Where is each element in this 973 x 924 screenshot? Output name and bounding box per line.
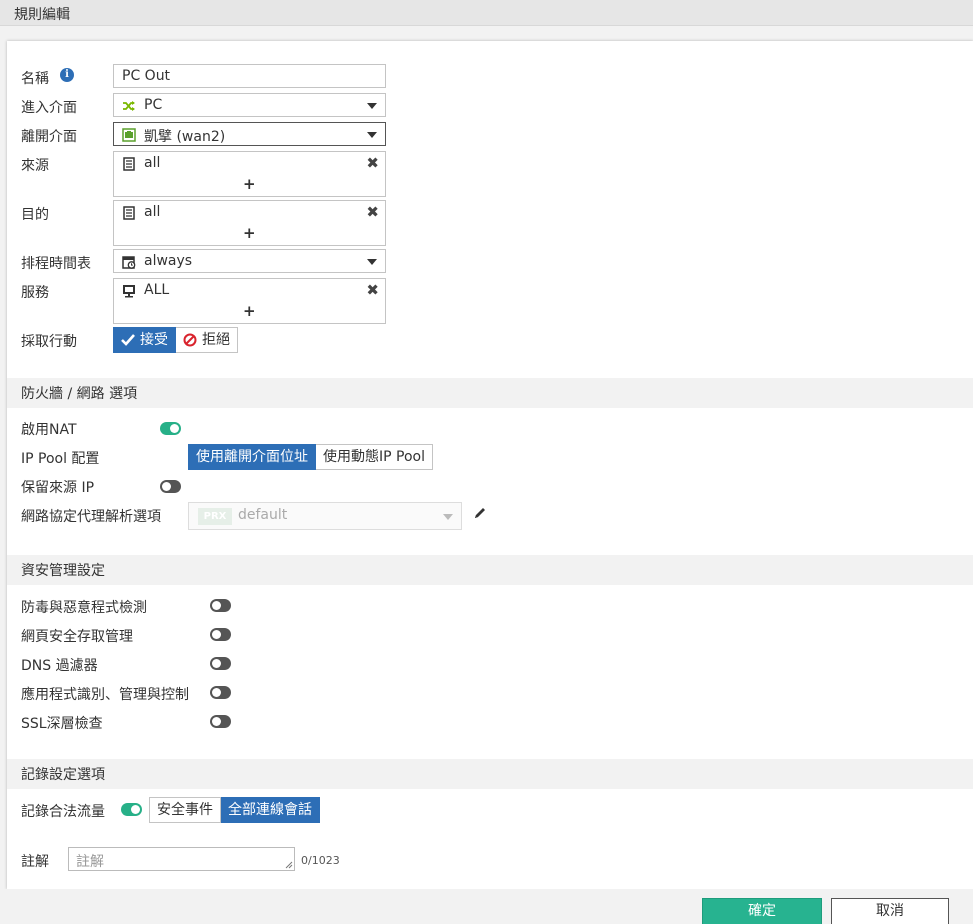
name-label: 名稱	[21, 71, 49, 87]
cancel-button[interactable]: 取消	[831, 898, 949, 924]
destination-value: all	[144, 204, 161, 220]
comment-label: 註解	[21, 854, 49, 870]
ippool-outgoing-address-label: 使用離開介面位址	[196, 449, 308, 465]
logging-section-title: 記錄設定選項	[21, 767, 105, 783]
nat-toggle[interactable]	[160, 422, 181, 435]
service-label: 服務	[21, 285, 49, 301]
ippool-segmented-control: 使用離開介面位址 使用動態IP Pool	[188, 444, 433, 470]
incoming-interface-label: 進入介面	[21, 100, 77, 116]
log-all-sessions-button[interactable]: 全部連線會話	[221, 797, 320, 823]
edit-pencil-icon[interactable]	[473, 506, 487, 520]
nat-label: 啟用NAT	[21, 422, 77, 438]
address-list-icon	[123, 157, 135, 171]
source-label: 來源	[21, 158, 49, 174]
service-field[interactable]: ALL ✖ +	[113, 278, 386, 324]
proxy-options-value: default	[238, 507, 288, 523]
proxy-badge: PRX	[198, 508, 232, 525]
web-filter-toggle[interactable]	[210, 628, 231, 641]
add-icon[interactable]: +	[243, 224, 256, 242]
action-accept-button[interactable]: 接受	[113, 327, 176, 353]
dialog-footer: 確定 取消	[0, 889, 973, 924]
schedule-value: always	[144, 253, 193, 269]
action-deny-label: 拒絕	[202, 332, 230, 348]
destination-label: 目的	[21, 207, 49, 223]
chevron-down-icon	[367, 132, 377, 138]
schedule-clock-icon	[122, 256, 136, 269]
service-monitor-icon	[123, 285, 135, 298]
shuffle-icon	[123, 101, 135, 111]
outgoing-interface-value: 凱擘 (wan2)	[144, 129, 226, 145]
ippool-dynamic-label: 使用動態IP Pool	[323, 449, 425, 465]
destination-field[interactable]: all ✖ +	[113, 200, 386, 246]
firewall-section-header: 防火牆 / 網路 選項	[7, 378, 973, 408]
schedule-select[interactable]: always	[113, 249, 386, 273]
rule-edit-panel: 名稱 i PC Out 進入介面 PC 離開介面 凱擘 (wan2) 來源 al…	[7, 41, 973, 889]
action-segmented-control: 接受 拒絕	[113, 327, 238, 353]
incoming-interface-value: PC	[144, 97, 163, 113]
source-value: all	[144, 155, 161, 171]
antivirus-label: 防毒與惡意程式檢測	[21, 600, 147, 616]
log-security-events-button[interactable]: 安全事件	[149, 797, 221, 823]
proxy-options-select[interactable]: PRX default	[188, 502, 462, 530]
security-section-title: 資安管理設定	[21, 563, 105, 579]
log-traffic-label: 記錄合法流量	[21, 804, 105, 820]
add-icon[interactable]: +	[243, 302, 256, 320]
add-icon[interactable]: +	[243, 175, 256, 193]
ssl-inspection-toggle[interactable]	[210, 715, 231, 728]
ok-button[interactable]: 確定	[702, 898, 822, 924]
resize-grip-icon[interactable]	[285, 861, 293, 869]
comment-placeholder: 註解	[76, 854, 104, 870]
address-list-icon	[123, 206, 135, 220]
action-accept-label: 接受	[140, 332, 168, 348]
chevron-down-icon	[367, 103, 377, 109]
app-control-label: 應用程式識別、管理與控制	[21, 687, 189, 703]
action-deny-button[interactable]: 拒絕	[176, 327, 238, 353]
remove-icon[interactable]: ✖	[366, 203, 379, 221]
window-titlebar: 規則編輯	[0, 0, 973, 26]
security-section-header: 資安管理設定	[7, 555, 973, 585]
name-input[interactable]: PC Out	[113, 64, 386, 88]
dns-filter-toggle[interactable]	[210, 657, 231, 670]
info-icon[interactable]: i	[60, 68, 74, 82]
ippool-label: IP Pool 配置	[21, 451, 100, 467]
network-port-icon	[122, 128, 136, 142]
checkmark-icon	[121, 334, 135, 346]
remove-icon[interactable]: ✖	[366, 154, 379, 172]
logging-section-header: 記錄設定選項	[7, 759, 973, 789]
comment-textarea[interactable]: 註解	[68, 847, 295, 871]
log-all-sessions-label: 全部連線會話	[228, 802, 312, 818]
log-security-events-label: 安全事件	[157, 802, 213, 818]
schedule-label: 排程時間表	[21, 256, 91, 272]
window-title: 規則編輯	[14, 7, 70, 23]
remove-icon[interactable]: ✖	[366, 281, 379, 299]
name-input-value: PC Out	[122, 68, 171, 84]
proxy-options-label: 網路協定代理解析選項	[21, 509, 161, 525]
antivirus-toggle[interactable]	[210, 599, 231, 612]
log-traffic-toggle[interactable]	[121, 803, 142, 816]
dns-filter-label: DNS 過濾器	[21, 658, 98, 674]
source-field[interactable]: all ✖ +	[113, 151, 386, 197]
preserve-source-ip-toggle[interactable]	[160, 480, 181, 493]
log-traffic-segmented-control: 安全事件 全部連線會話	[149, 797, 320, 823]
action-label: 採取行動	[21, 334, 77, 350]
ippool-dynamic-button[interactable]: 使用動態IP Pool	[316, 444, 433, 470]
outgoing-interface-label: 離開介面	[21, 129, 77, 145]
firewall-section-title: 防火牆 / 網路 選項	[21, 386, 138, 402]
service-value: ALL	[144, 282, 170, 298]
preserve-source-ip-label: 保留來源 IP	[21, 480, 95, 496]
chevron-down-icon	[367, 259, 377, 265]
deny-circle-icon	[183, 333, 197, 347]
web-filter-label: 網頁安全存取管理	[21, 629, 133, 645]
outgoing-interface-select[interactable]: 凱擘 (wan2)	[113, 122, 386, 146]
app-control-toggle[interactable]	[210, 686, 231, 699]
ippool-outgoing-address-button[interactable]: 使用離開介面位址	[188, 444, 316, 470]
comment-char-counter: 0/1023	[301, 854, 340, 867]
ssl-inspection-label: SSL深層檢查	[21, 716, 103, 732]
incoming-interface-select[interactable]: PC	[113, 93, 386, 117]
chevron-down-icon	[443, 514, 453, 520]
